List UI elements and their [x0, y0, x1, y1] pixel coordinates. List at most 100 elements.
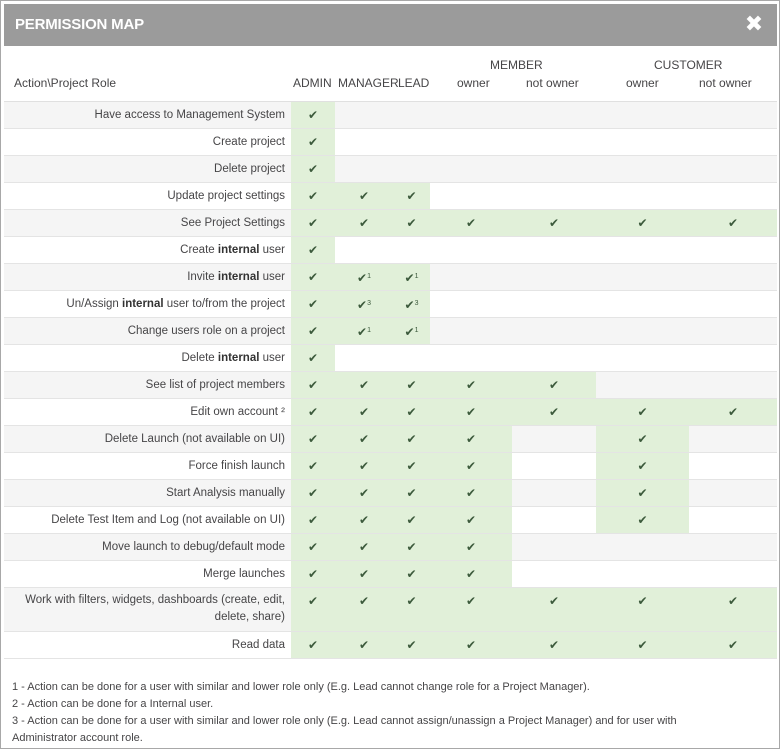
check-icon: ✔	[406, 594, 417, 608]
table-row: Start Analysis manually ✔ ✔ ✔ ✔ ✔	[4, 480, 777, 507]
footnote-1: 1 - Action can be done for a user with s…	[12, 681, 590, 693]
header-member-owner: owner	[457, 76, 490, 90]
check-icon: ✔	[307, 567, 319, 581]
table-row: Work with filters, widgets, dashboards (…	[4, 588, 777, 632]
header-manager: MANAGER	[338, 76, 399, 90]
footnote-marker: 1	[367, 327, 371, 334]
permission-table: Action\Project Role ADMIN MANAGER LEAD M…	[4, 46, 777, 659]
check-icon: ✔	[307, 638, 319, 652]
check-icon: ✔	[307, 216, 319, 230]
table-row: Merge launches ✔ ✔ ✔ ✔	[4, 561, 777, 588]
action-label: Merge launches	[203, 561, 285, 587]
check-icon: ✔	[637, 638, 648, 652]
check-icon: ✔	[727, 405, 739, 419]
check-icon: ✔	[307, 270, 319, 284]
header-admin: ADMIN	[293, 76, 332, 90]
table-row: Create project ✔	[4, 129, 777, 156]
action-label-text: Update project settings	[167, 190, 285, 202]
check-icon: ✔	[307, 486, 319, 500]
check-icon: ✔1	[357, 271, 371, 285]
check-icon: ✔	[727, 638, 739, 652]
check-icon: ✔	[307, 432, 319, 446]
action-label: Delete internal user	[181, 345, 285, 371]
check-icon: ✔	[358, 432, 370, 446]
table-row: See list of project members ✔ ✔ ✔ ✔ ✔	[4, 372, 777, 399]
table-row: See Project Settings ✔ ✔ ✔ ✔ ✔ ✔ ✔	[4, 210, 777, 237]
table-row: Create internal user ✔	[4, 237, 777, 264]
table-row: Update project settings ✔ ✔ ✔	[4, 183, 777, 210]
action-label-text: Invite	[187, 271, 218, 283]
check-icon: ✔	[307, 594, 319, 608]
check-icon: ✔1	[404, 271, 419, 285]
footnote-3: 3 - Action can be done for a user with s…	[12, 715, 677, 744]
check-icon: ✔	[358, 459, 370, 473]
check-icon: ✔	[358, 513, 370, 527]
check-icon: ✔	[637, 513, 648, 527]
action-label-bold: internal	[217, 244, 260, 256]
check-icon: ✔	[637, 405, 648, 419]
check-icon: ✔	[548, 216, 560, 230]
action-label-text: Start Analysis manually	[166, 487, 285, 499]
close-icon[interactable]: ✖	[743, 12, 765, 36]
check-icon: ✔	[548, 378, 560, 392]
action-label: Read data	[232, 632, 285, 658]
table-row: Move launch to debug/default mode ✔ ✔ ✔ ✔	[4, 534, 777, 561]
action-label: Move launch to debug/default mode	[102, 534, 285, 560]
action-label: Create project	[213, 129, 285, 155]
check-icon: ✔	[307, 378, 319, 392]
header-member-not-owner: not owner	[526, 76, 579, 90]
check-icon: ✔	[307, 405, 319, 419]
check-icon: ✔	[307, 324, 319, 338]
action-label: Have access to Management System	[95, 102, 285, 128]
check-icon: ✔	[358, 486, 370, 500]
check-icon: ✔	[465, 405, 477, 419]
check-icon: ✔	[637, 486, 648, 500]
check-icon: ✔	[358, 567, 370, 581]
modal-title: PERMISSION MAP	[15, 16, 144, 33]
action-label-text: Create	[180, 244, 218, 256]
action-label: Edit own account ²	[190, 399, 285, 425]
check-icon: ✔	[637, 594, 648, 608]
action-label-bold: internal	[217, 352, 260, 364]
check-icon: ✔	[465, 459, 477, 473]
check-icon: ✔	[548, 594, 560, 608]
permission-map-modal: PERMISSION MAP ✖ Action\Project Role ADM…	[0, 0, 780, 749]
action-label: Start Analysis manually	[166, 480, 285, 506]
header-customer-not-owner: not owner	[699, 76, 752, 90]
table-row: Un/Assign internal user to/from the proj…	[4, 291, 777, 318]
table-row: Read data ✔ ✔ ✔ ✔ ✔ ✔ ✔	[4, 632, 777, 659]
action-label-text: Change users role on a project	[127, 325, 285, 337]
check-icon: ✔	[307, 243, 319, 257]
check-icon: ✔	[307, 351, 319, 365]
check-icon: ✔	[307, 297, 319, 311]
check-icon: ✔	[307, 189, 319, 203]
action-label-text: Create project	[212, 136, 285, 148]
action-label: See Project Settings	[181, 210, 285, 236]
check-icon: ✔	[358, 540, 370, 554]
header-customer: CUSTOMER	[654, 58, 723, 72]
header-customer-owner: owner	[626, 76, 659, 90]
check-icon: ✔	[406, 513, 417, 527]
check-icon: ✔	[406, 189, 417, 203]
action-label-text: user	[259, 352, 285, 364]
check-icon: ✔	[307, 108, 319, 122]
modal-header: PERMISSION MAP ✖	[4, 4, 777, 46]
check-icon: ✔	[548, 638, 560, 652]
action-label-text: Delete project	[214, 163, 285, 175]
action-label: Invite internal user	[187, 264, 285, 290]
action-label-text: Read data	[231, 639, 285, 651]
check-icon: ✔3	[404, 298, 419, 312]
footnote-marker: 1	[414, 327, 419, 334]
header-member: MEMBER	[490, 58, 543, 72]
table-row: Delete internal user ✔	[4, 345, 777, 372]
check-icon: ✔	[307, 540, 319, 554]
table-row: Edit own account ² ✔ ✔ ✔ ✔ ✔ ✔ ✔	[4, 399, 777, 426]
action-label: Delete Launch (not available on UI)	[105, 426, 285, 452]
check-icon: ✔	[307, 135, 319, 149]
check-icon: ✔	[307, 162, 319, 176]
action-label: Change users role on a project	[128, 318, 285, 344]
action-label-text: Edit own account ²	[190, 406, 285, 418]
footnote-marker: 1	[414, 273, 419, 280]
check-icon: ✔	[406, 540, 417, 554]
check-icon: ✔	[727, 594, 739, 608]
